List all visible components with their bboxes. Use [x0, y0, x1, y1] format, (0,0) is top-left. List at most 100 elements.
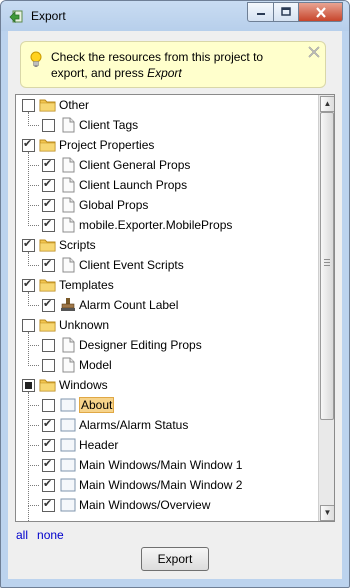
tree-folder-row[interactable]: Other [16, 96, 318, 116]
tree-item-label[interactable]: Model [79, 358, 112, 372]
title-bar: Export [1, 1, 349, 31]
tree-folder-row[interactable]: Unknown [16, 316, 318, 336]
selection-links: all none [16, 528, 73, 542]
tree-item-label[interactable]: Alarms/Alarm Status [79, 418, 188, 432]
tree-item-row[interactable]: Client Tags [16, 116, 318, 136]
tree-item-label[interactable]: Client Tags [79, 118, 138, 132]
scroll-thumb[interactable] [320, 112, 334, 420]
tree-connector [28, 505, 29, 521]
tree-connector [28, 305, 39, 306]
tree-connector [28, 505, 39, 506]
scroll-up-button[interactable]: ▲ [320, 96, 334, 112]
tree-rows: Other Client Tags Project Properties Client… [16, 95, 318, 521]
window-icon [59, 397, 77, 413]
tree-item-label[interactable]: Main Windows/Overview [79, 498, 210, 512]
maximize-icon [281, 7, 291, 16]
dismiss-hint-icon[interactable] [307, 45, 321, 59]
tree-item-row[interactable]: Global Props [16, 196, 318, 216]
tree-connector [28, 465, 39, 466]
tree-item-label[interactable]: Windows [59, 378, 108, 392]
tree-item-label[interactable]: Templates [59, 278, 114, 292]
tree-connector [28, 332, 29, 366]
tree-item-row[interactable]: Main Windows/Main Window 1 [16, 456, 318, 476]
tree-checkbox[interactable] [42, 437, 55, 452]
tree-checkbox[interactable] [22, 99, 35, 112]
tree-folder-row[interactable]: Scripts [16, 236, 318, 256]
tree-item-label[interactable]: mobile.Exporter.MobileProps [79, 218, 232, 232]
tree-item-row[interactable]: Main Windows/Main Window 2 [16, 476, 318, 496]
tree-connector [28, 152, 29, 226]
tree-item-row[interactable]: Client General Props [16, 156, 318, 176]
tree-item-label[interactable]: Main Windows/Main Window 1 [79, 458, 242, 472]
tree-connector [28, 425, 39, 426]
document-icon [59, 257, 77, 273]
close-button[interactable] [299, 2, 343, 22]
scroll-down-button[interactable]: ▼ [320, 505, 334, 521]
hint-text: Check the resources from this project to… [51, 49, 296, 81]
tree-folder-row[interactable]: Project Properties [16, 136, 318, 156]
tree-item-label[interactable]: Global Props [79, 198, 148, 212]
tree-item-row[interactable]: Designer Editing Props [16, 336, 318, 356]
tree-checkbox[interactable] [42, 477, 55, 492]
tree-item-label[interactable]: Scripts [59, 238, 96, 252]
tree-checkbox[interactable] [42, 457, 55, 472]
tree-checkbox[interactable] [42, 157, 55, 172]
document-icon [59, 337, 77, 353]
tree-checkbox[interactable] [22, 379, 35, 392]
tree-item-label[interactable]: Other [59, 98, 89, 112]
tree-checkbox[interactable] [42, 197, 55, 212]
tree-item-label[interactable]: Client Launch Props [79, 178, 187, 192]
export-button[interactable]: Export [141, 547, 209, 571]
select-none-link[interactable]: none [37, 528, 64, 542]
tree-connector [28, 445, 39, 446]
tree-folder-row[interactable]: Templates [16, 276, 318, 296]
tree-item-label[interactable]: Main Windows/Main Window 2 [79, 478, 242, 492]
tree-checkbox[interactable] [22, 137, 35, 152]
tree-item-label[interactable]: Header [79, 438, 118, 452]
tree-connector [28, 345, 39, 346]
tree-checkbox[interactable] [42, 217, 55, 232]
folder-icon [39, 137, 57, 153]
tree-item-row[interactable]: Model [16, 356, 318, 376]
tree-checkbox[interactable] [42, 177, 55, 192]
tree-item-row[interactable]: Header [16, 436, 318, 456]
tree-item-label[interactable]: About [79, 397, 115, 413]
window-icon [59, 417, 77, 433]
minimize-button[interactable] [247, 2, 274, 22]
tree-item-row[interactable]: mobile.Exporter.MobileProps [16, 216, 318, 236]
tree-item-row[interactable]: About [16, 396, 318, 416]
vertical-scrollbar[interactable]: ▲ ▼ [318, 95, 334, 521]
tree-item-label[interactable]: Alarm Count Label [79, 298, 178, 312]
tree-checkbox[interactable] [22, 277, 35, 292]
tree-item-label[interactable]: Client Event Scripts [79, 258, 184, 272]
tree-checkbox[interactable] [42, 497, 55, 512]
tree-item-label[interactable]: Designer Editing Props [79, 338, 202, 352]
tree-item-row[interactable]: Client Event Scripts [16, 256, 318, 276]
tree-checkbox[interactable] [42, 359, 55, 372]
tree-checkbox[interactable] [42, 257, 55, 272]
hint-panel: Check the resources from this project to… [20, 41, 326, 88]
tree-item-label[interactable]: Client General Props [79, 158, 190, 172]
resource-tree[interactable]: Other Client Tags Project Properties Client… [15, 94, 335, 522]
tree-checkbox[interactable] [22, 319, 35, 332]
tree-checkbox[interactable] [42, 339, 55, 352]
tree-checkbox[interactable] [42, 399, 55, 412]
tree-connector [28, 112, 29, 126]
tree-item-label[interactable]: Project Properties [59, 138, 154, 152]
select-all-link[interactable]: all [16, 528, 28, 542]
tree-checkbox[interactable] [42, 417, 55, 432]
tree-folder-row[interactable]: Windows [16, 376, 318, 396]
tree-item-row[interactable]: Main Windows/Overview [16, 496, 318, 516]
tree-checkbox[interactable] [42, 119, 55, 132]
tree-checkbox[interactable] [22, 237, 35, 252]
tree-item-label[interactable]: Unknown [59, 318, 109, 332]
window-title: Export [31, 9, 66, 23]
maximize-button[interactable] [274, 2, 299, 22]
close-icon [315, 6, 326, 18]
tree-item-row[interactable]: Alarm Count Label [16, 296, 318, 316]
document-icon [59, 117, 77, 133]
tree-checkbox[interactable] [42, 297, 55, 312]
folder-icon [39, 237, 57, 253]
tree-item-row[interactable]: Client Launch Props [16, 176, 318, 196]
tree-item-row[interactable]: Alarms/Alarm Status [16, 416, 318, 436]
